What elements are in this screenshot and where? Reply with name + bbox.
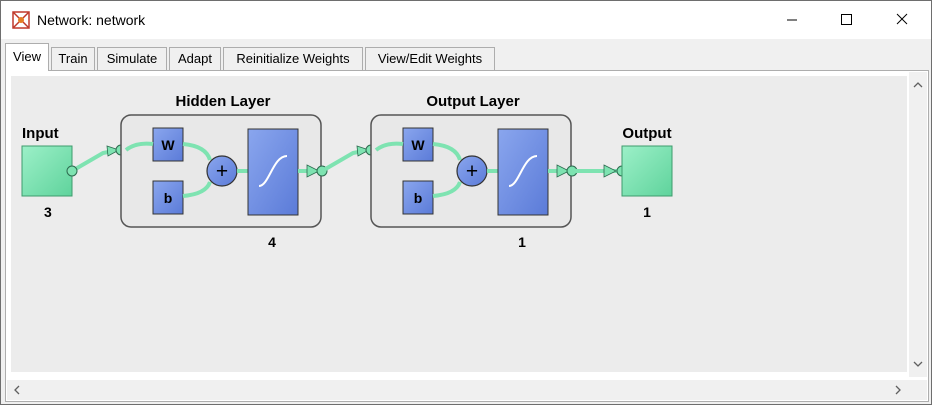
- close-icon[interactable]: [879, 1, 925, 39]
- tab-view[interactable]: View: [5, 43, 49, 71]
- window: Network: network View Train Simulate Ada…: [0, 0, 932, 405]
- hidden-layer-size: 4: [268, 234, 276, 250]
- tab-train[interactable]: Train: [51, 47, 95, 70]
- hidden-layer-title: Hidden Layer: [175, 93, 270, 110]
- input-node: [21, 145, 73, 197]
- vertical-scrollbar-arrows: [913, 82, 923, 367]
- output-arrow: [603, 164, 617, 178]
- scroll-down-icon: [913, 361, 923, 367]
- network-diagram-canvas: Input 3 Hidden Layer W b + 4 Output Laye…: [11, 76, 907, 372]
- hidden-transfer-box: [247, 128, 299, 216]
- scroll-left-icon: [14, 385, 20, 395]
- horizontal-scrollbar[interactable]: [7, 380, 927, 400]
- output-node: [621, 145, 673, 197]
- tab-reinitialize-weights[interactable]: Reinitialize Weights: [223, 47, 363, 70]
- output-bias-label: b: [414, 190, 423, 206]
- maximize-icon[interactable]: [823, 1, 869, 39]
- output-layer-title: Output Layer: [426, 93, 520, 110]
- matlab-network-icon: [12, 11, 30, 29]
- output-size: 1: [643, 204, 651, 220]
- output-sum-symbol: +: [466, 160, 478, 183]
- window-title: Network: network: [37, 12, 146, 28]
- output-weight-label: W: [411, 137, 425, 153]
- horizontal-scrollbar-arrows: [14, 385, 901, 395]
- hidden-sum-symbol: +: [216, 160, 228, 183]
- title-bar[interactable]: Network: network: [1, 1, 931, 39]
- input-port: [66, 165, 78, 177]
- output-label: Output: [622, 125, 671, 142]
- hidden-weight-label: W: [161, 137, 175, 153]
- network-diagram: Input 3 Hidden Layer W b + 4 Output Laye…: [21, 93, 673, 250]
- vertical-scrollbar[interactable]: [909, 72, 927, 377]
- minimize-icon[interactable]: [769, 1, 815, 39]
- output-layer-size: 1: [518, 234, 526, 250]
- tab-view-edit-weights[interactable]: View/Edit Weights: [365, 47, 495, 70]
- view-panel: Input 3 Hidden Layer W b + 4 Output Laye…: [5, 70, 929, 402]
- tab-adapt[interactable]: Adapt: [169, 47, 221, 70]
- scroll-up-icon: [913, 82, 923, 88]
- scroll-right-icon: [895, 385, 901, 395]
- hidden-bias-label: b: [164, 190, 173, 206]
- tab-simulate[interactable]: Simulate: [97, 47, 167, 70]
- input-label: Input: [22, 125, 59, 142]
- input-size: 3: [44, 204, 52, 220]
- output-transfer-box: [497, 128, 549, 216]
